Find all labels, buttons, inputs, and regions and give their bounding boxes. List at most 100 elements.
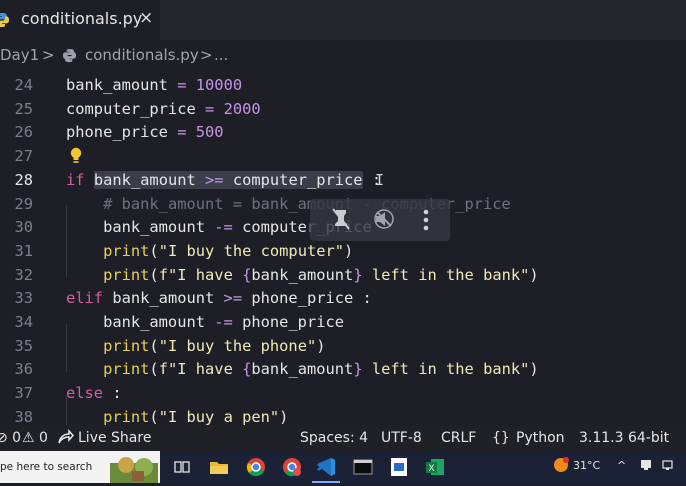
- task-view-icon[interactable]: [170, 455, 194, 479]
- code-token: ): [529, 360, 539, 379]
- code-token: phone_price: [66, 123, 178, 142]
- code-token: computer_price: [66, 99, 205, 118]
- code-text: print("I buy a pen"): [66, 408, 288, 425]
- breadcrumb-file[interactable]: conditionals.py: [85, 46, 199, 64]
- encoding-status[interactable]: UTF-8: [381, 430, 422, 446]
- code-token: "I buy a pen": [158, 407, 280, 425]
- code-line[interactable]: 31 print("I buy the computer"): [0, 242, 686, 266]
- code-token: {: [242, 265, 252, 284]
- taskbar-search[interactable]: pe here to search: [0, 451, 160, 483]
- line-number: 28: [14, 170, 33, 189]
- windows-taskbar: pe here to search X 31°C ^: [0, 451, 686, 483]
- code-token: left in the bank": [362, 265, 530, 284]
- code-token: (: [149, 241, 159, 260]
- line-number: 33: [14, 289, 33, 308]
- code-token: ): [344, 241, 354, 260]
- live-share-button[interactable]: Live Share: [78, 430, 151, 446]
- code-line[interactable]: 33 elif bank_amount >= phone_price :: [0, 289, 686, 313]
- code-token: elif: [66, 289, 104, 308]
- code-line[interactable]: 24 bank_amount = 10000: [0, 76, 686, 100]
- network-icon[interactable]: [662, 459, 676, 474]
- eol-status[interactable]: CRLF: [441, 430, 476, 446]
- display-icon[interactable]: [640, 459, 652, 474]
- code-line[interactable]: 28 if bank_amount >= computer_price :: [0, 170, 686, 195]
- code-line[interactable]: 35 print("I buy the phone"): [0, 337, 686, 361]
- breadcrumb-separator: >: [200, 46, 213, 64]
- indentation-status[interactable]: Spaces: 4: [300, 430, 368, 446]
- breakpoint-off-icon[interactable]: [330, 207, 352, 235]
- code-token: (: [149, 407, 159, 425]
- file-explorer-icon[interactable]: [207, 455, 231, 479]
- code-text: phone_price = 500: [66, 123, 224, 141]
- python-interpreter[interactable]: 3.11.3 64-bit: [579, 430, 669, 446]
- line-number: 29: [14, 194, 33, 213]
- breadcrumb-separator: >: [42, 46, 55, 64]
- tab-conditionals[interactable]: conditionals.py ×: [0, 0, 160, 40]
- close-icon[interactable]: ×: [139, 8, 153, 28]
- code-token: bank_amount: [251, 265, 354, 284]
- code-line[interactable]: 32 print(f"I have {bank_amount} left in …: [0, 266, 686, 290]
- chevron-up-icon[interactable]: ^: [617, 459, 626, 472]
- code-token: print: [103, 241, 150, 260]
- code-line[interactable]: 36 print(f"I have {bank_amount} left in …: [0, 360, 686, 384]
- code-token: }: [353, 265, 363, 284]
- code-token: print: [103, 360, 150, 379]
- temperature[interactable]: 31°C: [573, 459, 600, 472]
- code-editor[interactable]: 24 bank_amount = 10000 25 computer_price = …: [0, 70, 686, 425]
- line-number: 36: [14, 360, 33, 379]
- python-file-icon: [0, 12, 10, 32]
- code-token: bank_amount: [251, 360, 354, 379]
- code-token: bank_amount: [66, 218, 215, 237]
- breadcrumb-symbols[interactable]: ...: [214, 46, 228, 64]
- code-token: print: [103, 265, 150, 284]
- chrome-icon[interactable]: [244, 455, 268, 479]
- code-text: computer_price = 2000: [66, 100, 261, 118]
- line-number: 27: [14, 147, 33, 166]
- line-number: 25: [14, 99, 33, 118]
- code-line[interactable]: 25 computer_price = 2000: [0, 100, 686, 124]
- warnings-count[interactable]: ⚠ 0: [22, 430, 48, 446]
- problems-count[interactable]: ⊘ 0: [0, 430, 21, 446]
- code-token: left in the bank": [362, 360, 530, 379]
- code-token: "I buy the computer": [158, 241, 345, 260]
- code-text: elif bank_amount >= phone_price :: [66, 289, 372, 307]
- mute-icon[interactable]: [372, 207, 396, 235]
- code-token: -=: [214, 218, 233, 237]
- code-line[interactable]: 38 print("I buy a pen"): [0, 408, 686, 425]
- language-mode[interactable]: Python: [516, 430, 565, 446]
- code-line[interactable]: 27: [0, 147, 686, 171]
- breadcrumb-folder[interactable]: Day1: [0, 46, 39, 64]
- code-line[interactable]: 37 else :: [0, 384, 686, 408]
- code-token: if: [66, 170, 85, 189]
- more-options-icon[interactable]: [422, 209, 430, 235]
- code-line[interactable]: 26 phone_price = 500: [0, 123, 686, 147]
- document-app-icon[interactable]: [387, 455, 411, 479]
- code-token: ): [529, 265, 539, 284]
- code-token: >=: [223, 289, 243, 308]
- line-number: 35: [14, 336, 33, 355]
- code-token: print: [103, 407, 150, 425]
- live-share-icon: [57, 429, 75, 450]
- status-bar: ⊘ 0 ⚠ 0 Live Share Spaces: 4 UTF-8 CRLF …: [0, 425, 686, 451]
- code-token: =: [205, 99, 215, 118]
- code-line[interactable]: 34 bank_amount -= phone_price: [0, 313, 686, 337]
- line-number: 31: [14, 241, 33, 260]
- vscode-icon[interactable]: [314, 455, 338, 479]
- terminal-icon[interactable]: [351, 455, 375, 479]
- excel-icon[interactable]: X: [423, 455, 447, 479]
- code-token: bank_amount: [103, 289, 224, 308]
- code-token: bank_amount: [93, 170, 206, 189]
- lightbulb-icon[interactable]: [69, 147, 83, 169]
- code-token: computer_price: [223, 170, 363, 189]
- chrome-profile-icon[interactable]: [280, 455, 304, 479]
- code-text: bank_amount -= phone_price: [66, 313, 344, 331]
- code-token: bank_amount: [66, 76, 178, 94]
- line-number: 24: [14, 76, 33, 94]
